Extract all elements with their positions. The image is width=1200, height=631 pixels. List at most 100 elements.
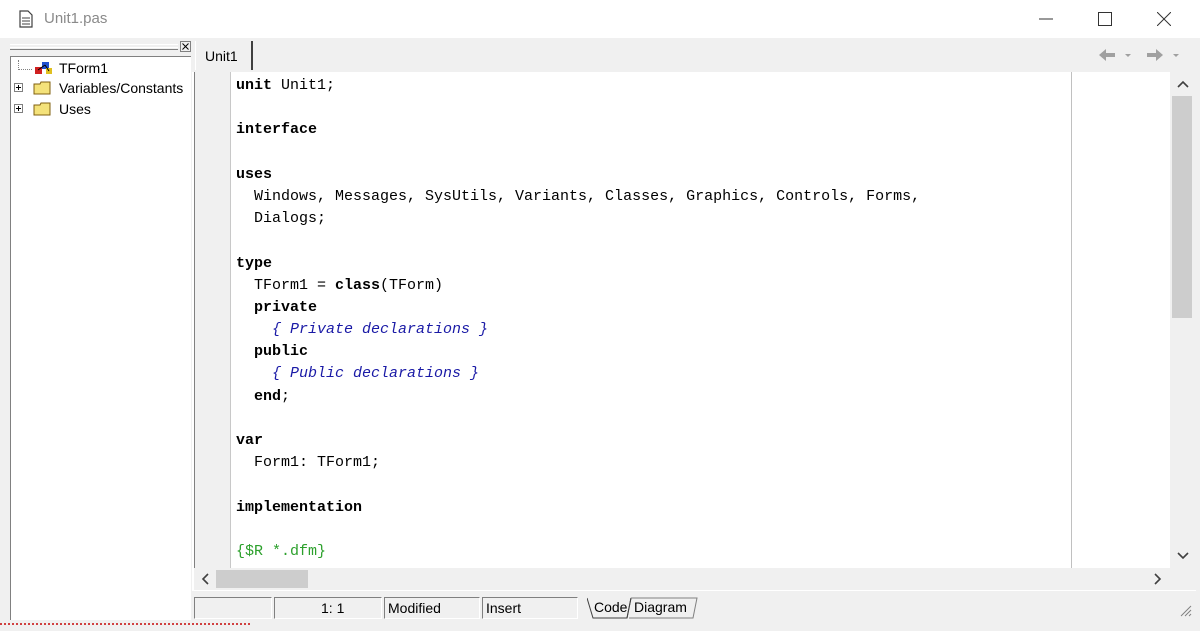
- minimize-button[interactable]: [1017, 0, 1075, 38]
- window-title: Unit1.pas: [44, 10, 108, 27]
- forward-arrow-icon[interactable]: [1147, 49, 1163, 61]
- editor-gutter[interactable]: [195, 72, 231, 568]
- tree-item-label: Uses: [59, 101, 91, 117]
- code-text[interactable]: unit Unit1;​interface​uses Windows, Mess…: [236, 75, 920, 563]
- code-line[interactable]: end;: [236, 386, 920, 408]
- scroll-right-icon[interactable]: [1154, 573, 1162, 585]
- document-icon: [19, 10, 33, 28]
- background-window-right: [1196, 38, 1200, 631]
- code-keyword: type: [236, 254, 273, 272]
- code-line[interactable]: public: [236, 341, 920, 363]
- code-editor[interactable]: unit Unit1;​interface​uses Windows, Mess…: [194, 72, 1170, 568]
- vertical-scrollbar[interactable]: [1170, 72, 1196, 568]
- tree-item-label: TForm1: [59, 60, 108, 76]
- status-panel-mode: Insert: [482, 597, 578, 619]
- code-token: (TForm): [380, 276, 444, 294]
- code-keyword: implementation: [236, 498, 363, 516]
- code-line[interactable]: TForm1 = class(TForm): [236, 275, 920, 297]
- code-directive: {$R *.dfm}: [236, 542, 327, 560]
- code-line[interactable]: uses: [236, 164, 920, 186]
- code-keyword: unit: [236, 77, 273, 94]
- back-arrow-icon[interactable]: [1099, 49, 1115, 61]
- code-line[interactable]: ​: [236, 142, 920, 164]
- code-line[interactable]: interface: [236, 119, 920, 141]
- background-window-left: [0, 38, 8, 631]
- code-token: Form1: TForm1;: [236, 454, 381, 472]
- code-explorer: TForm1 Variables/Constants Uses: [8, 38, 192, 620]
- vertical-scroll-thumb[interactable]: [1172, 96, 1192, 318]
- code-line[interactable]: implementation: [236, 497, 920, 519]
- horizontal-scroll-thumb[interactable]: [216, 570, 308, 588]
- code-line[interactable]: ​: [236, 519, 920, 541]
- code-token: Dialogs;: [236, 210, 327, 228]
- horizontal-scrollbar[interactable]: [194, 568, 1170, 590]
- code-line[interactable]: ​: [236, 408, 920, 430]
- view-tab-label: Code: [594, 599, 628, 615]
- view-tab-label: Diagram: [634, 599, 687, 615]
- code-comment: { Public declarations }: [236, 365, 480, 383]
- code-line[interactable]: type: [236, 253, 920, 275]
- maximize-button[interactable]: [1076, 0, 1134, 38]
- tree-item-variables-constants[interactable]: Variables/Constants: [11, 78, 192, 98]
- tab-unit1[interactable]: Unit1: [195, 41, 253, 70]
- forward-dropdown-icon[interactable]: [1173, 54, 1179, 57]
- code-line[interactable]: var: [236, 430, 920, 452]
- code-keyword: end: [254, 387, 282, 405]
- code-line[interactable]: ​: [236, 474, 920, 496]
- code-line[interactable]: ​: [236, 230, 920, 252]
- close-button[interactable]: [1135, 0, 1193, 38]
- explorer-grip-line: [10, 47, 178, 50]
- code-line[interactable]: Windows, Messages, SysUtils, Variants, C…: [236, 186, 920, 208]
- tab-code[interactable]: Code: [594, 596, 628, 618]
- code-comment: { Private declarations }: [236, 321, 489, 339]
- tab-label: Unit1: [205, 48, 238, 64]
- back-dropdown-icon[interactable]: [1125, 54, 1131, 57]
- scroll-left-icon[interactable]: [201, 573, 209, 585]
- tree-item-tform1[interactable]: TForm1: [11, 58, 192, 78]
- explorer-close-icon[interactable]: [180, 41, 191, 52]
- code-keyword: interface: [236, 121, 318, 139]
- status-panel-empty: [194, 597, 272, 619]
- code-keyword: private: [254, 298, 318, 316]
- status-bar: 1: 1 Modified Insert Code Diagram: [192, 590, 1196, 620]
- status-panel-modified: Modified: [384, 597, 480, 619]
- expand-plus-icon[interactable]: [14, 83, 23, 92]
- code-keyword: class: [335, 276, 381, 294]
- scroll-up-icon[interactable]: [1177, 80, 1189, 88]
- code-keyword: uses: [236, 165, 273, 183]
- tree-item-label: Variables/Constants: [59, 80, 184, 96]
- insert-mode-status: Insert: [486, 600, 522, 616]
- code-line[interactable]: {$R *.dfm}: [236, 541, 920, 563]
- maximize-icon: [1098, 12, 1112, 26]
- code-line[interactable]: { Private declarations }: [236, 319, 920, 341]
- code-token: Unit1;: [272, 77, 336, 94]
- code-line[interactable]: unit Unit1;: [236, 75, 920, 97]
- code-line[interactable]: Form1: TForm1;: [236, 452, 920, 474]
- modified-status: Modified: [388, 600, 441, 616]
- code-token: Windows, Messages, SysUtils, Variants, C…: [236, 187, 921, 205]
- expand-plus-icon[interactable]: [14, 104, 23, 113]
- code-keyword: var: [236, 432, 264, 449]
- scroll-down-icon[interactable]: [1177, 552, 1189, 560]
- code-keyword: public: [254, 343, 309, 361]
- status-panel-position: 1: 1: [274, 597, 382, 619]
- navigation-arrows: [1099, 49, 1179, 61]
- scrollbar-corner: [1170, 568, 1196, 590]
- resize-grip-icon[interactable]: [1180, 605, 1192, 617]
- class-icon: [35, 62, 52, 74]
- title-bar: Unit1.pas: [0, 0, 1200, 38]
- right-margin-line: [1071, 72, 1072, 568]
- explorer-tree[interactable]: TForm1 Variables/Constants Uses: [10, 56, 191, 620]
- tab-diagram[interactable]: Diagram: [634, 596, 694, 618]
- background-spellcheck-squiggle: [0, 621, 250, 625]
- close-icon: [1157, 12, 1171, 26]
- tree-connector: [18, 60, 32, 70]
- code-line[interactable]: Dialogs;: [236, 208, 920, 230]
- tree-item-uses[interactable]: Uses: [11, 99, 192, 119]
- code-line[interactable]: private: [236, 297, 920, 319]
- code-line[interactable]: { Public declarations }: [236, 363, 920, 385]
- code-line[interactable]: ​: [236, 97, 920, 119]
